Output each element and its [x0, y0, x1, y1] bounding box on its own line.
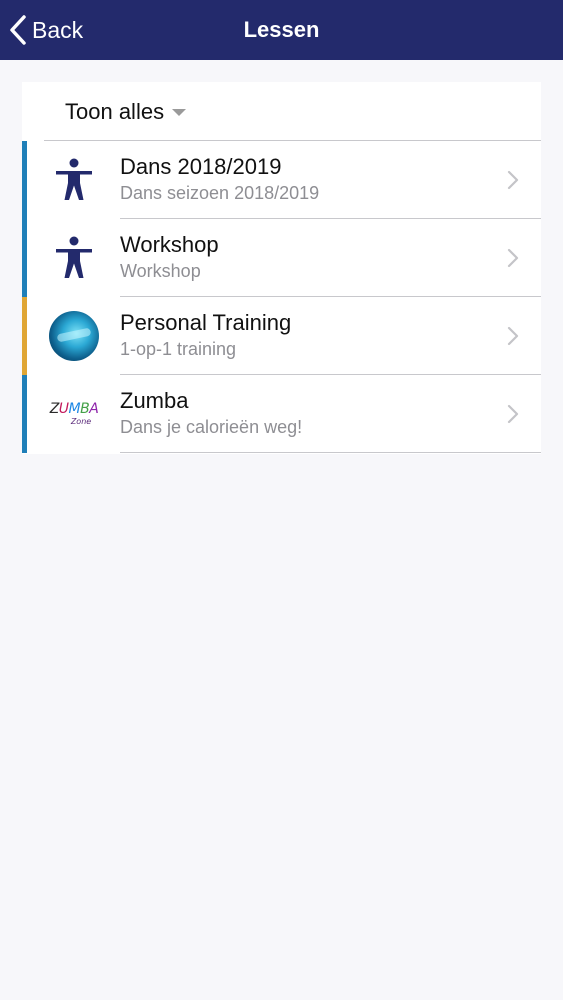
person-icon [49, 233, 99, 283]
filter-dropdown[interactable]: Toon alles [65, 98, 187, 126]
lesson-subtitle: Workshop [120, 261, 201, 281]
lesson-title: Zumba [120, 388, 189, 413]
chevron-right-icon [507, 404, 519, 424]
chevron-right-icon [507, 326, 519, 346]
row-accent-bar [22, 219, 27, 297]
row-accent-bar [22, 297, 27, 375]
caret-down-icon [172, 108, 187, 116]
row-accent-bar [22, 375, 27, 453]
lesson-subtitle: Dans je calorieën weg! [120, 417, 303, 437]
divider [120, 452, 541, 453]
lesson-row-workshop[interactable]: Workshop Workshop [22, 219, 541, 297]
lesson-subtitle: Dans seizoen 2018/2019 [120, 183, 320, 203]
lesson-row-dans[interactable]: Dans 2018/2019 Dans seizoen 2018/2019 [22, 141, 541, 219]
zumba-logo-word: ZUMBA [49, 400, 99, 417]
navigation-bar: Back Lessen [0, 0, 563, 60]
page-title: Lessen [243, 17, 320, 42]
chevron-right-icon [507, 170, 519, 190]
lesson-subtitle: 1-op-1 training [120, 339, 237, 359]
zumba-logo-subtext: Zone [70, 416, 92, 426]
row-accent-bar [22, 141, 27, 219]
chevron-right-icon [507, 248, 519, 268]
filter-label: Toon alles [65, 99, 165, 124]
filter-row: Toon alles [22, 82, 541, 141]
lessons-list: Toon alles Dans 2018/2019 Dans seizoen 2… [22, 82, 541, 454]
lesson-row-personal-training[interactable]: Personal Training 1-op-1 training [22, 297, 541, 375]
person-icon [49, 155, 99, 205]
lesson-title: Workshop [120, 232, 219, 257]
zumba-logo: ZUMBA Zone [49, 389, 99, 439]
avatar [49, 311, 99, 361]
lesson-row-zumba[interactable]: ZUMBA Zone Zumba Dans je calorieën weg! [22, 375, 541, 453]
personal-training-avatar [49, 311, 99, 361]
lesson-title: Personal Training [120, 310, 292, 335]
lesson-title: Dans 2018/2019 [120, 154, 282, 179]
